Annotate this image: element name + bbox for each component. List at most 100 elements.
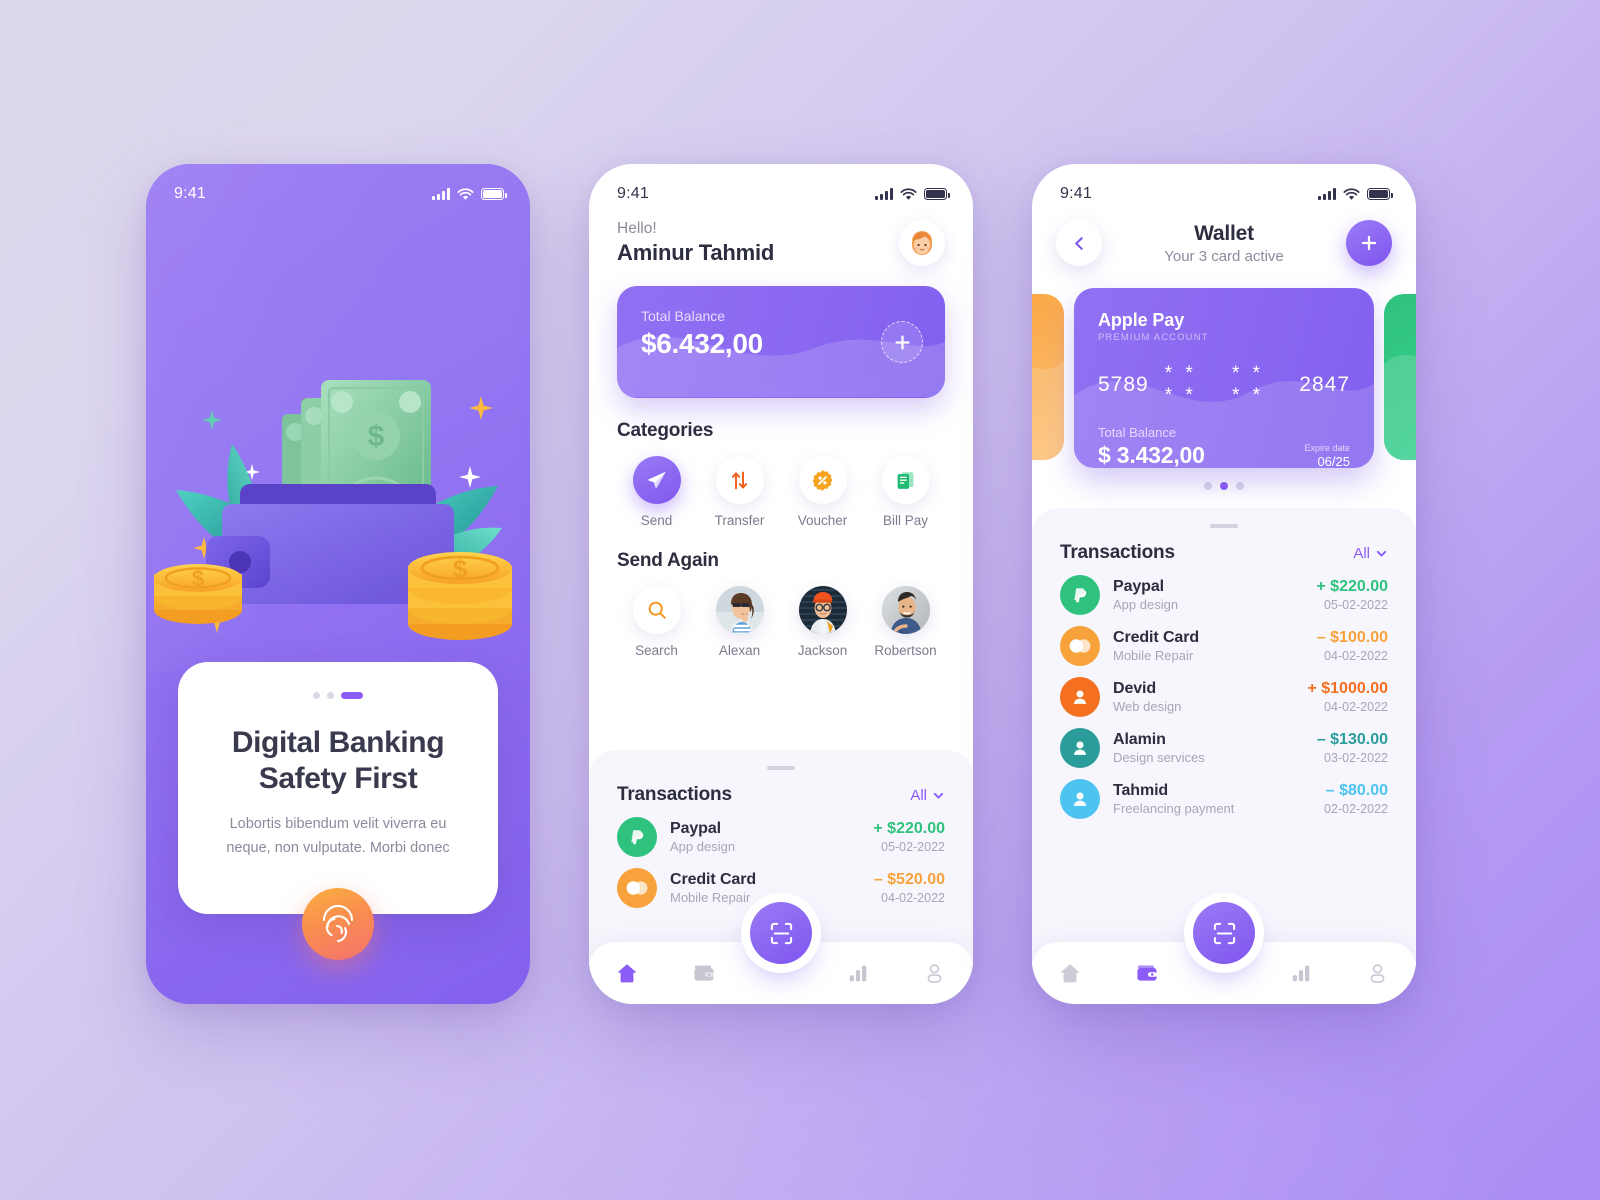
table-row[interactable]: Paypal App design + $220.00 05-02-2022: [1032, 564, 1416, 615]
mastercard-icon: [1060, 626, 1100, 666]
person-avatar-icon: [1060, 779, 1100, 819]
wifi-icon: [457, 187, 474, 200]
contact-photo-robertson: [881, 586, 930, 634]
greeting-name: Aminur Tahmid: [617, 240, 775, 265]
table-row[interactable]: Credit Card Mobile Repair – $520.00 04-0…: [589, 857, 973, 908]
card-tier: PREMIUM ACCOUNT: [1098, 332, 1209, 343]
table-row[interactable]: Tahmid Freelancing payment – $80.00 02-0…: [1032, 768, 1416, 819]
scan-qr-icon: [1213, 922, 1235, 944]
table-row[interactable]: Alamin Design services – $130.00 03-02-2…: [1032, 717, 1416, 768]
category-item-voucher[interactable]: Voucher: [781, 456, 864, 528]
transaction-desc: App design: [1113, 597, 1179, 612]
page-title: Digital Banking Safety First: [231, 726, 445, 796]
transaction-amount: + $1000.00: [1307, 680, 1388, 697]
card-next[interactable]: [1384, 294, 1416, 460]
wallet-screen: 9:41 Wallet Your 3 card active Apple Pay…: [1032, 164, 1416, 1004]
category-label: Bill Pay: [882, 513, 928, 528]
card-expire-value: 06/25: [1317, 454, 1350, 468]
wifi-icon: [1343, 187, 1360, 200]
transactions-filter[interactable]: All: [1353, 545, 1388, 562]
back-button[interactable]: [1056, 220, 1102, 266]
pagination-dot[interactable]: [313, 692, 320, 700]
balance-amount: $6.432,00: [641, 328, 763, 359]
transaction-name: Credit Card: [1113, 629, 1200, 646]
transaction-desc: Web design: [1113, 699, 1182, 714]
table-row[interactable]: Credit Card Mobile Repair – $100.00 04-0…: [1032, 615, 1416, 666]
transaction-amount: – $130.00: [1316, 731, 1388, 748]
transactions-title: Transactions: [1060, 542, 1175, 563]
nav-item-home[interactable]: [1032, 961, 1109, 985]
card-number-group: 2847: [1299, 373, 1350, 396]
home-icon: [1061, 964, 1080, 983]
cards-pagination[interactable]: [1032, 482, 1416, 490]
category-item-send[interactable]: Send: [615, 456, 698, 528]
person-icon: [1370, 963, 1385, 983]
transaction-name: Tahmid: [1113, 782, 1169, 799]
nav-item-profile[interactable]: [1339, 962, 1416, 985]
pagination-dot-active[interactable]: [341, 692, 363, 700]
card-number-group: 5789: [1098, 373, 1149, 396]
user-avatar[interactable]: [899, 220, 945, 266]
add-balance-button[interactable]: [881, 321, 923, 363]
scan-qr-button[interactable]: [750, 902, 812, 964]
balance-label: Total Balance: [641, 308, 726, 324]
scan-qr-button[interactable]: [1193, 902, 1255, 964]
wallet-header: Wallet Your 3 card active: [1032, 210, 1416, 266]
status-bar-3: 9:41: [1032, 164, 1416, 210]
send-paper-plane-icon: [632, 456, 681, 504]
transaction-desc: Mobile Repair: [670, 890, 751, 905]
person-icon: [927, 963, 942, 983]
nav-item-stats[interactable]: [1262, 962, 1339, 984]
nav-item-stats[interactable]: [819, 962, 896, 984]
transactions-filter-label: All: [1353, 544, 1370, 562]
category-item-billpay[interactable]: Bill Pay: [864, 456, 947, 528]
voucher-percent-badge-icon: [798, 456, 847, 504]
transaction-name: Paypal: [1113, 578, 1164, 595]
status-bar-1: 9:41: [146, 164, 530, 210]
send-again-row: Search Alexan Jackson Robertson: [589, 572, 973, 658]
pagination-dot[interactable]: [1204, 482, 1212, 490]
nav-item-wallet[interactable]: [1109, 961, 1186, 985]
table-row[interactable]: Paypal App design + $220.00 05-02-2022: [589, 806, 973, 857]
battery-icon: [924, 188, 950, 200]
pagination-dot-active[interactable]: [1220, 482, 1228, 490]
transaction-date: 03-02-2022: [1324, 751, 1388, 765]
plus-icon: [894, 334, 910, 350]
send-again-item-robertson[interactable]: Robertson: [864, 586, 947, 658]
card-previous[interactable]: [1032, 294, 1064, 460]
nav-item-profile[interactable]: [896, 962, 973, 985]
cards-carousel[interactable]: Apple Pay PREMIUM ACCOUNT 5789 * * * * *…: [1032, 288, 1416, 468]
nav-item-home[interactable]: [589, 961, 666, 985]
categories-row: Send Transfer Voucher Bill Pay: [589, 442, 973, 528]
send-again-item-alexan[interactable]: Alexan: [698, 586, 781, 658]
home-screen: 9:41 Hello! Aminur Tahmid Total Balance …: [589, 164, 973, 1004]
table-row[interactable]: Devid Web design + $1000.00 04-02-2022: [1032, 666, 1416, 717]
contact-photo-alexan: [715, 586, 764, 634]
transactions-filter-label: All: [910, 786, 927, 804]
transfer-arrows-icon: [715, 456, 764, 504]
onboarding-pagination[interactable]: [208, 692, 468, 700]
transactions-filter[interactable]: All: [910, 787, 945, 804]
pagination-dot[interactable]: [327, 692, 334, 700]
signal-bars-icon: [432, 188, 450, 200]
wallet-money-illustration: $ 1 $: [146, 352, 530, 652]
transaction-name: Credit Card: [670, 871, 757, 888]
transaction-amount: – $100.00: [1316, 629, 1388, 646]
wifi-icon: [900, 187, 917, 200]
avatar-illustration-icon: [912, 231, 932, 255]
send-again-item-jackson[interactable]: Jackson: [781, 586, 864, 658]
add-card-button[interactable]: [1346, 220, 1392, 266]
total-balance-card[interactable]: Total Balance $6.432,00: [617, 286, 945, 398]
send-again-label: Alexan: [718, 643, 761, 658]
fingerprint-unlock-button[interactable]: [302, 888, 374, 960]
transaction-amount: – $80.00: [1325, 782, 1388, 799]
send-again-item-search[interactable]: Search: [615, 586, 698, 658]
card-active-apple-pay[interactable]: Apple Pay PREMIUM ACCOUNT 5789 * * * * *…: [1074, 288, 1374, 468]
card-expire-label: Expire date: [1304, 443, 1350, 453]
card-wave-decoration: [1032, 360, 1064, 460]
nav-item-wallet[interactable]: [666, 961, 743, 985]
transaction-date: 04-02-2022: [1324, 700, 1388, 714]
battery-icon: [481, 188, 507, 200]
pagination-dot[interactable]: [1236, 482, 1244, 490]
category-item-transfer[interactable]: Transfer: [698, 456, 781, 528]
